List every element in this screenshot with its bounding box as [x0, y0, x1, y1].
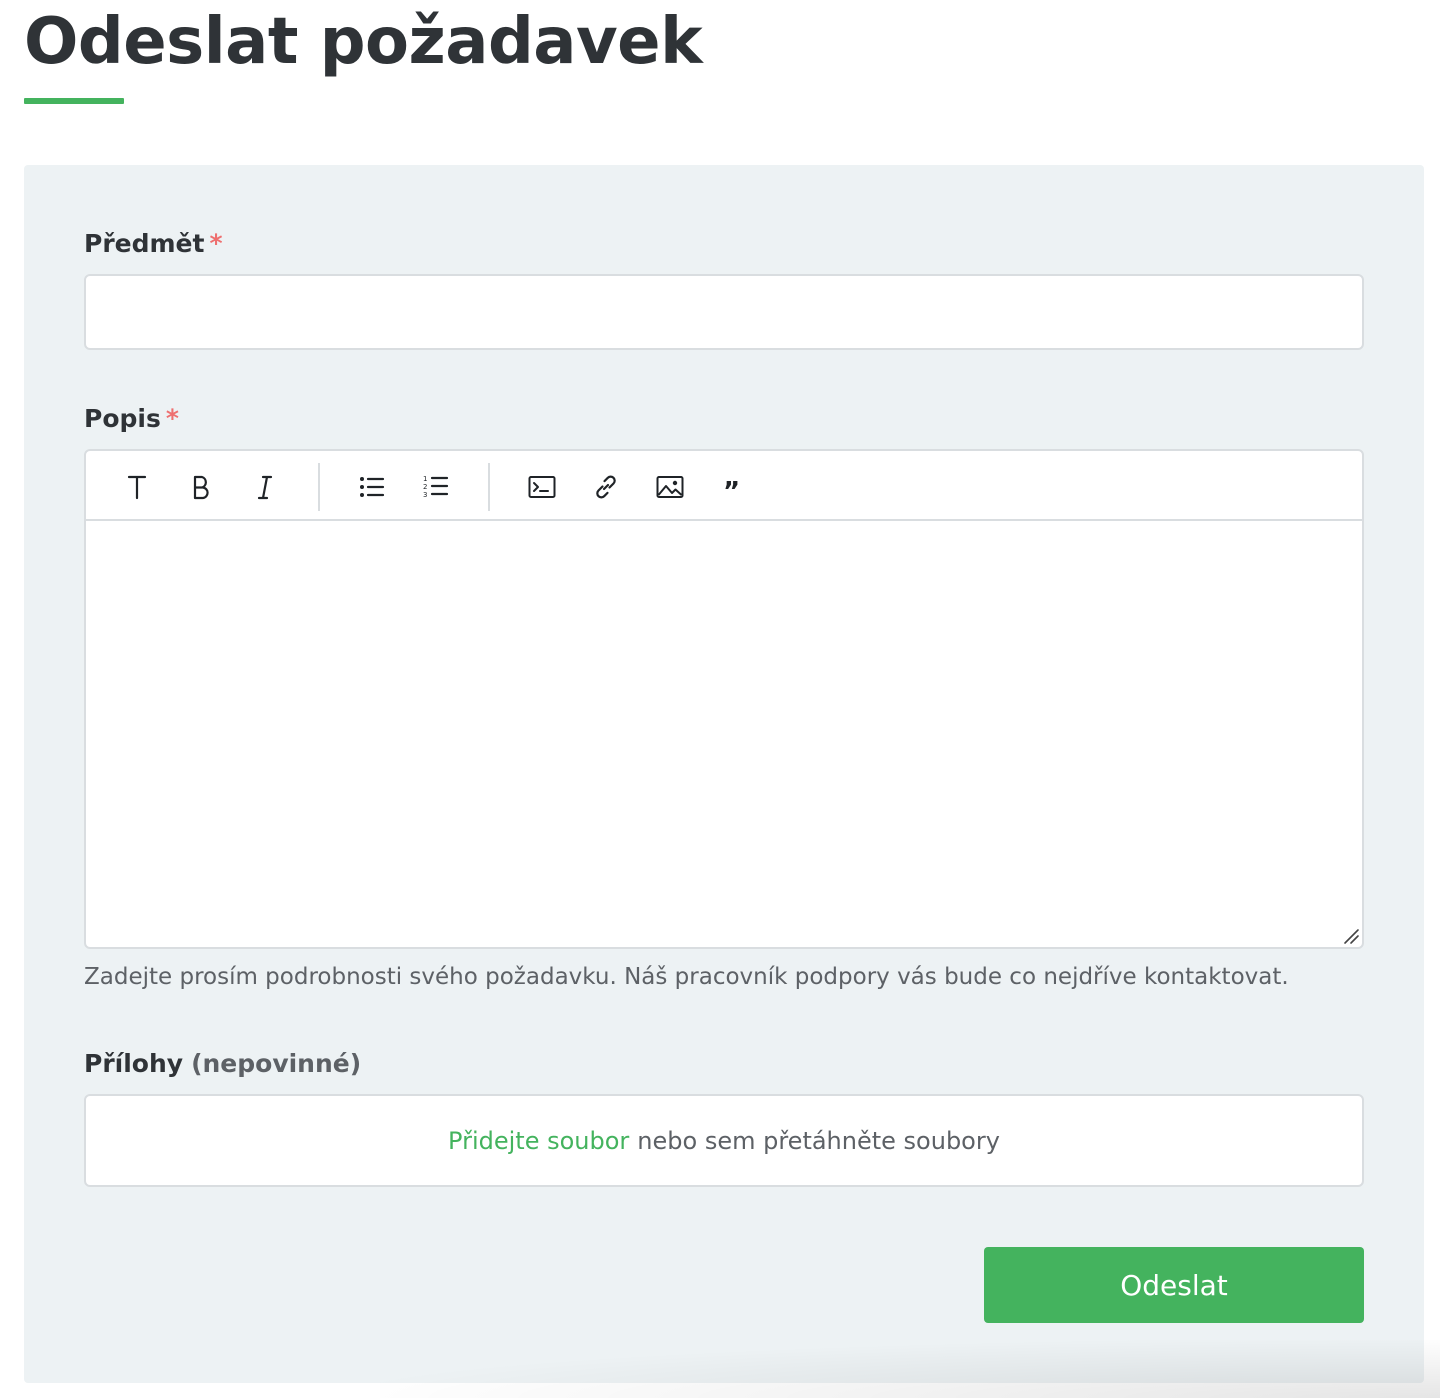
link-icon[interactable] [584, 465, 628, 509]
numbered-list-icon[interactable]: 1 2 3 [414, 465, 458, 509]
subject-input[interactable] [84, 274, 1364, 350]
add-file-link[interactable]: Přidejte soubor [448, 1127, 629, 1155]
svg-text:1: 1 [423, 475, 427, 483]
code-block-icon[interactable] [520, 465, 564, 509]
submit-button[interactable]: Odeslat [984, 1247, 1364, 1323]
description-editor: 1 2 3 ” [84, 449, 1364, 949]
attachments-dropzone[interactable]: Přidejte soubor nebo sem přetáhněte soubo… [84, 1094, 1364, 1187]
attachments-label: Přílohy (nepovinné) [84, 1048, 361, 1080]
required-marker: * [209, 229, 223, 258]
svg-text:3: 3 [423, 491, 427, 499]
image-icon[interactable] [648, 465, 692, 509]
dropzone-text: nebo sem přetáhněte soubory [637, 1126, 1000, 1155]
description-label: Popis * [84, 403, 179, 435]
subject-label-text: Předmět [84, 229, 205, 258]
title-underline [24, 98, 124, 104]
description-textarea[interactable] [86, 521, 1362, 947]
bold-icon[interactable] [179, 465, 223, 509]
toolbar-separator [488, 463, 490, 511]
quote-icon[interactable]: ” [712, 465, 756, 509]
italic-icon[interactable] [243, 465, 287, 509]
page-title: Odeslat požadavek [24, 5, 703, 79]
description-label-text: Popis [84, 404, 161, 433]
optional-marker: (nepovinné) [191, 1049, 362, 1078]
resize-handle-icon[interactable] [1342, 927, 1360, 945]
attachments-label-text: Přílohy [84, 1049, 184, 1078]
svg-text:”: ” [723, 477, 740, 498]
toolbar-separator [318, 463, 320, 511]
bullet-list-icon[interactable] [350, 465, 394, 509]
required-marker: * [165, 404, 179, 433]
description-help-text: Zadejte prosím podrobnosti svého požadav… [84, 964, 1289, 990]
svg-text:2: 2 [423, 483, 427, 491]
editor-toolbar: 1 2 3 ” [86, 451, 1362, 521]
subject-label: Předmět * [84, 228, 223, 260]
request-form: Předmět * Popis * 1 2 3 ” Zadejte prosím… [24, 165, 1424, 1383]
text-heading-icon[interactable] [115, 465, 159, 509]
